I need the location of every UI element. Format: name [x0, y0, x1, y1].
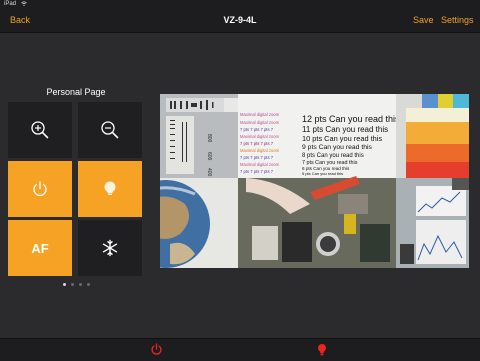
personal-page-title: Personal Page [46, 87, 106, 97]
status-bar: iPad [0, 0, 480, 8]
read-line-11: 11 pts Can you read this [302, 125, 388, 134]
carrier-label: iPad [4, 1, 17, 7]
brand-line-1: Maximal digital zoom [240, 112, 280, 117]
brand-line-9: 7 pts 7 pts 7 pts 7 [240, 169, 274, 174]
zoom-in-icon [31, 121, 49, 139]
read-line-9: 9 pts Can you read this [302, 144, 372, 151]
ruler-label-2: 600 [206, 152, 212, 161]
freeze-button[interactable] [78, 220, 142, 276]
read-line-8: 8 pts Can you read this [302, 153, 364, 159]
read-line-10: 10 pts Can you read this [302, 134, 382, 143]
brand-line-2: Maximal digital zoom [240, 120, 280, 125]
read-line-12: 12 pts Can you read this [302, 114, 400, 124]
bottom-bar [0, 338, 480, 361]
page-indicator[interactable] [63, 283, 90, 286]
page-dot-4[interactable] [87, 283, 90, 286]
settings-button[interactable]: Settings [441, 8, 474, 32]
autofocus-label: AF [31, 240, 49, 256]
bulb-icon[interactable] [316, 343, 328, 357]
ruler-label-1: 800 [206, 134, 212, 143]
brand-line-3: 7 pts 7 pts 7 pts 7 [240, 127, 274, 132]
power-icon[interactable] [150, 343, 163, 356]
page-dot-3[interactable] [79, 283, 82, 286]
nav-bar: Back VZ-9-4L Save Settings [0, 8, 480, 33]
brand-line-8: Maximal digital zoom [240, 162, 280, 167]
page-dot-2[interactable] [71, 283, 74, 286]
read-line-5: 5 pts Can you read this [302, 171, 343, 176]
snowflake-icon [102, 239, 118, 257]
ruler-label-3: 400 [206, 168, 212, 177]
zoom-in-button[interactable] [8, 102, 72, 158]
page-title: VZ-9-4L [223, 15, 257, 25]
preview-image: 800 600 400 Maximal digital zoom Maximal… [160, 94, 469, 268]
camera-preview[interactable]: 800 600 400 Maximal digital zoom Maximal… [160, 94, 469, 268]
light-button[interactable] [78, 161, 142, 217]
brand-line-5: 7 pts 7 pts 7 pts 7 [240, 141, 274, 146]
wifi-icon [21, 1, 27, 6]
power-icon [33, 181, 47, 196]
brand-line-6: Maximal digital zoom [240, 148, 280, 153]
zoom-out-button[interactable] [78, 102, 142, 158]
page-dot-1[interactable] [63, 283, 66, 286]
brand-line-4: Maximal digital zoom [240, 134, 280, 139]
bulb-icon [104, 181, 116, 195]
zoom-out-icon [101, 121, 119, 139]
power-button[interactable] [8, 161, 72, 217]
brand-line-7: 7 pts 7 pts 7 pts 7 [240, 155, 274, 160]
autofocus-button[interactable]: AF [8, 220, 72, 276]
save-button[interactable]: Save [413, 8, 434, 32]
